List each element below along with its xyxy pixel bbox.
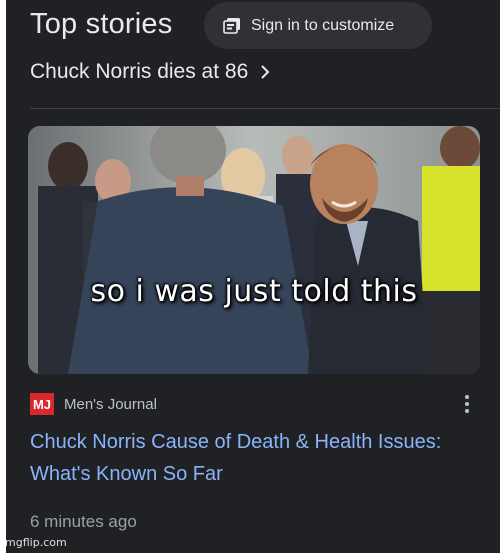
more-vert-icon-dot [465,402,469,406]
screenshot-frame: Top stories Sign in to customize Chuck N… [0,0,500,553]
divider [30,108,500,109]
publisher-logo: MJ [30,393,54,415]
article-headline-link[interactable]: Chuck Norris Cause of Death & Health Iss… [30,426,470,490]
more-vert-icon [465,395,469,399]
publisher-name: Men's Journal [64,395,157,413]
customize-icon [223,17,240,34]
article-thumbnail[interactable] [28,126,480,374]
article-source-row: MJ Men's Journal [30,392,480,416]
photo-illustration [28,126,480,374]
chevron-right-icon [261,65,270,79]
more-options-button[interactable] [458,392,476,416]
top-stories-panel: Top stories Sign in to customize Chuck N… [6,0,500,553]
more-vert-icon-dot [465,409,469,413]
section-title: Top stories [30,8,173,40]
sign-in-to-customize-button[interactable]: Sign in to customize [204,2,432,49]
story-cluster-link[interactable]: Chuck Norris dies at 86 [30,60,270,84]
story-cluster-title: Chuck Norris dies at 86 [30,60,249,83]
sign-in-label: Sign in to customize [251,16,395,34]
article-timestamp: 6 minutes ago [30,512,137,531]
imgflip-watermark: imgflip.com [2,536,67,549]
